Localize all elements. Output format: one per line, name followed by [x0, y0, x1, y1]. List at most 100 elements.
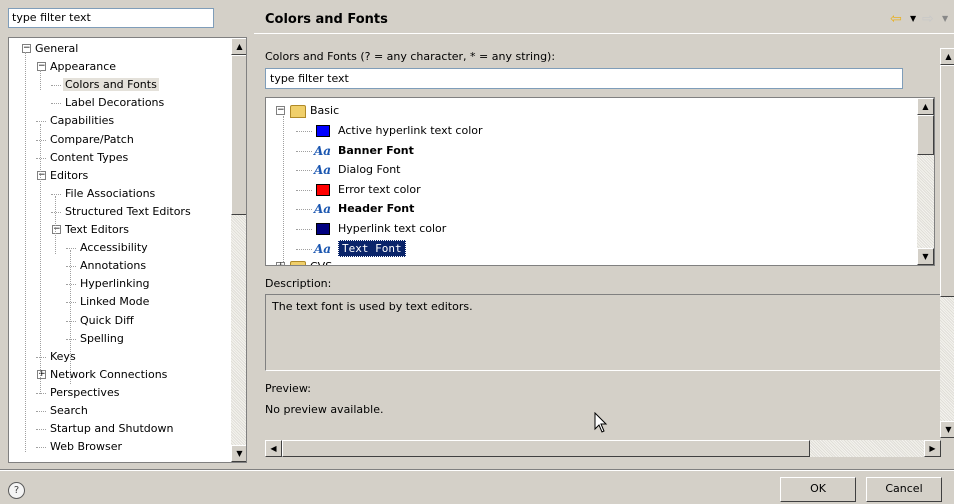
- tree-item[interactable]: File Associations: [63, 185, 157, 203]
- tree-connector: [66, 284, 76, 286]
- tree-item[interactable]: Linked Mode: [78, 293, 151, 311]
- category-cvs[interactable]: + CVS: [276, 257, 476, 265]
- tree-connector: [51, 85, 61, 87]
- scroll-thumb[interactable]: [917, 115, 934, 155]
- tree-item-label: Capabilities: [50, 114, 115, 128]
- tree-item[interactable]: Capabilities: [48, 112, 116, 130]
- tree-item[interactable]: Colors and Fonts: [63, 76, 159, 94]
- mouse-cursor-icon: [594, 412, 608, 433]
- tree-item-label: Perspectives: [50, 385, 120, 399]
- back-menu-chevron-icon[interactable]: ▼: [910, 14, 916, 23]
- tree-item[interactable]: Editors: [48, 167, 90, 185]
- collapse-icon[interactable]: −: [22, 44, 31, 53]
- tree-item[interactable]: Appearance: [48, 58, 118, 76]
- colors-fonts-item[interactable]: Error text color: [296, 180, 696, 200]
- back-arrow-icon[interactable]: ⇦: [890, 11, 902, 27]
- cancel-button[interactable]: Cancel: [866, 477, 942, 502]
- help-icon[interactable]: ?: [8, 482, 25, 499]
- tree-connector: [55, 196, 56, 254]
- colors-fonts-item[interactable]: Aa Dialog Font: [296, 160, 696, 180]
- tree-connector: [40, 124, 41, 394]
- scroll-up-button[interactable]: ▲: [231, 38, 246, 55]
- tree-connector: [296, 248, 312, 250]
- scroll-thumb[interactable]: [231, 55, 246, 215]
- tree-item[interactable]: Keys: [48, 348, 78, 366]
- tree-item-label: Quick Diff: [80, 313, 134, 327]
- scroll-right-button[interactable]: ▶: [924, 440, 941, 457]
- scroll-down-button[interactable]: ▼: [231, 445, 246, 462]
- tree-item[interactable]: Web Browser: [48, 438, 124, 456]
- tree-connector: [36, 157, 46, 159]
- description-box: The text font is used by text editors.: [265, 294, 941, 371]
- expand-icon[interactable]: +: [276, 262, 285, 265]
- tree-item[interactable]: Hyperlinking: [78, 275, 152, 293]
- tree-connector: [51, 211, 61, 213]
- category-basic[interactable]: − Basic: [276, 101, 576, 121]
- tree-connector: [296, 189, 312, 191]
- color-swatch-icon: [316, 223, 330, 235]
- tree-item-label: Keys: [50, 349, 76, 363]
- tree-connector: [25, 52, 26, 452]
- tree-item[interactable]: Quick Diff: [78, 312, 136, 330]
- font-icon: Aa: [314, 163, 332, 178]
- colors-fonts-item[interactable]: Active hyperlink text color: [296, 121, 696, 141]
- tree-item-label: Structured Text Editors: [65, 204, 191, 218]
- tree-item[interactable]: Content Types: [48, 149, 130, 167]
- font-icon: Aa: [314, 241, 332, 256]
- preferences-filter-input[interactable]: type filter text: [8, 8, 214, 28]
- tree-connector: [283, 116, 284, 264]
- tree-item[interactable]: Compare/Patch: [48, 131, 136, 149]
- scroll-up-button[interactable]: ▲: [917, 98, 934, 115]
- tree-item[interactable]: Structured Text Editors: [63, 203, 193, 221]
- tree-item[interactable]: Text Editors: [63, 221, 131, 239]
- tree-item[interactable]: Annotations: [78, 257, 148, 275]
- tree-item[interactable]: Startup and Shutdown: [48, 420, 175, 438]
- item-label: Banner Font: [338, 143, 414, 157]
- tree-item[interactable]: General: [33, 40, 80, 58]
- tree-connector: [66, 266, 76, 268]
- color-swatch-icon: [316, 183, 330, 196]
- tree-item[interactable]: Spelling: [78, 330, 126, 348]
- item-label: Active hyperlink text color: [338, 124, 483, 137]
- ok-button[interactable]: OK: [780, 477, 856, 502]
- scroll-left-button[interactable]: ◀: [265, 440, 282, 457]
- page-horizontal-scrollbar[interactable]: ◀ ▶: [265, 440, 941, 457]
- colors-fonts-item[interactable]: Aa Text Font: [296, 239, 696, 259]
- forward-menu-chevron-icon[interactable]: ▼: [942, 14, 948, 23]
- tree-connector: [36, 356, 46, 358]
- scroll-thumb[interactable]: [282, 440, 810, 457]
- colors-fonts-item[interactable]: Aa Banner Font: [296, 141, 696, 161]
- forward-arrow-icon[interactable]: ⇨: [922, 11, 934, 27]
- tree-item-label: Annotations: [80, 259, 147, 273]
- tree-vertical-scrollbar[interactable]: ▲ ▼: [231, 38, 246, 462]
- item-label: Header Font: [338, 202, 415, 216]
- tree-item-label: Linked Mode: [80, 295, 150, 309]
- tree-item[interactable]: Label Decorations: [63, 94, 166, 112]
- preview-text: No preview available.: [265, 403, 384, 416]
- font-icon: Aa: [314, 202, 332, 217]
- tree-item[interactable]: Accessibility: [78, 239, 150, 257]
- collapse-icon[interactable]: −: [37, 62, 46, 72]
- divider: [0, 470, 954, 471]
- collapse-icon[interactable]: −: [37, 170, 46, 180]
- tree-connector: [66, 248, 76, 250]
- colors-fonts-item[interactable]: Aa Header Font: [296, 199, 696, 219]
- colors-fonts-filter-label: Colors and Fonts (? = any character, * =…: [265, 50, 556, 63]
- tree-item[interactable]: Search: [48, 402, 90, 420]
- colors-fonts-item[interactable]: Hyperlink text color: [296, 219, 696, 239]
- expand-icon[interactable]: +: [37, 369, 46, 379]
- scroll-down-button[interactable]: ▼: [917, 248, 934, 265]
- collapse-icon[interactable]: −: [52, 225, 61, 234]
- tree-item-label: Accessibility: [80, 241, 148, 255]
- tree-item[interactable]: Network Connections: [48, 366, 169, 384]
- tree-item[interactable]: Perspectives: [48, 384, 121, 402]
- scroll-thumb[interactable]: [940, 65, 954, 297]
- scroll-up-button[interactable]: ▲: [940, 48, 954, 65]
- collapse-icon[interactable]: −: [276, 106, 285, 115]
- scroll-down-button[interactable]: ▼: [940, 421, 954, 438]
- tree-connector: [66, 302, 76, 304]
- tree-connector: [36, 429, 46, 431]
- page-vertical-scrollbar[interactable]: ▲ ▼: [940, 48, 954, 438]
- colors-tree-vertical-scrollbar[interactable]: ▲ ▼: [917, 98, 934, 265]
- colors-fonts-filter-input[interactable]: type filter text: [265, 68, 903, 89]
